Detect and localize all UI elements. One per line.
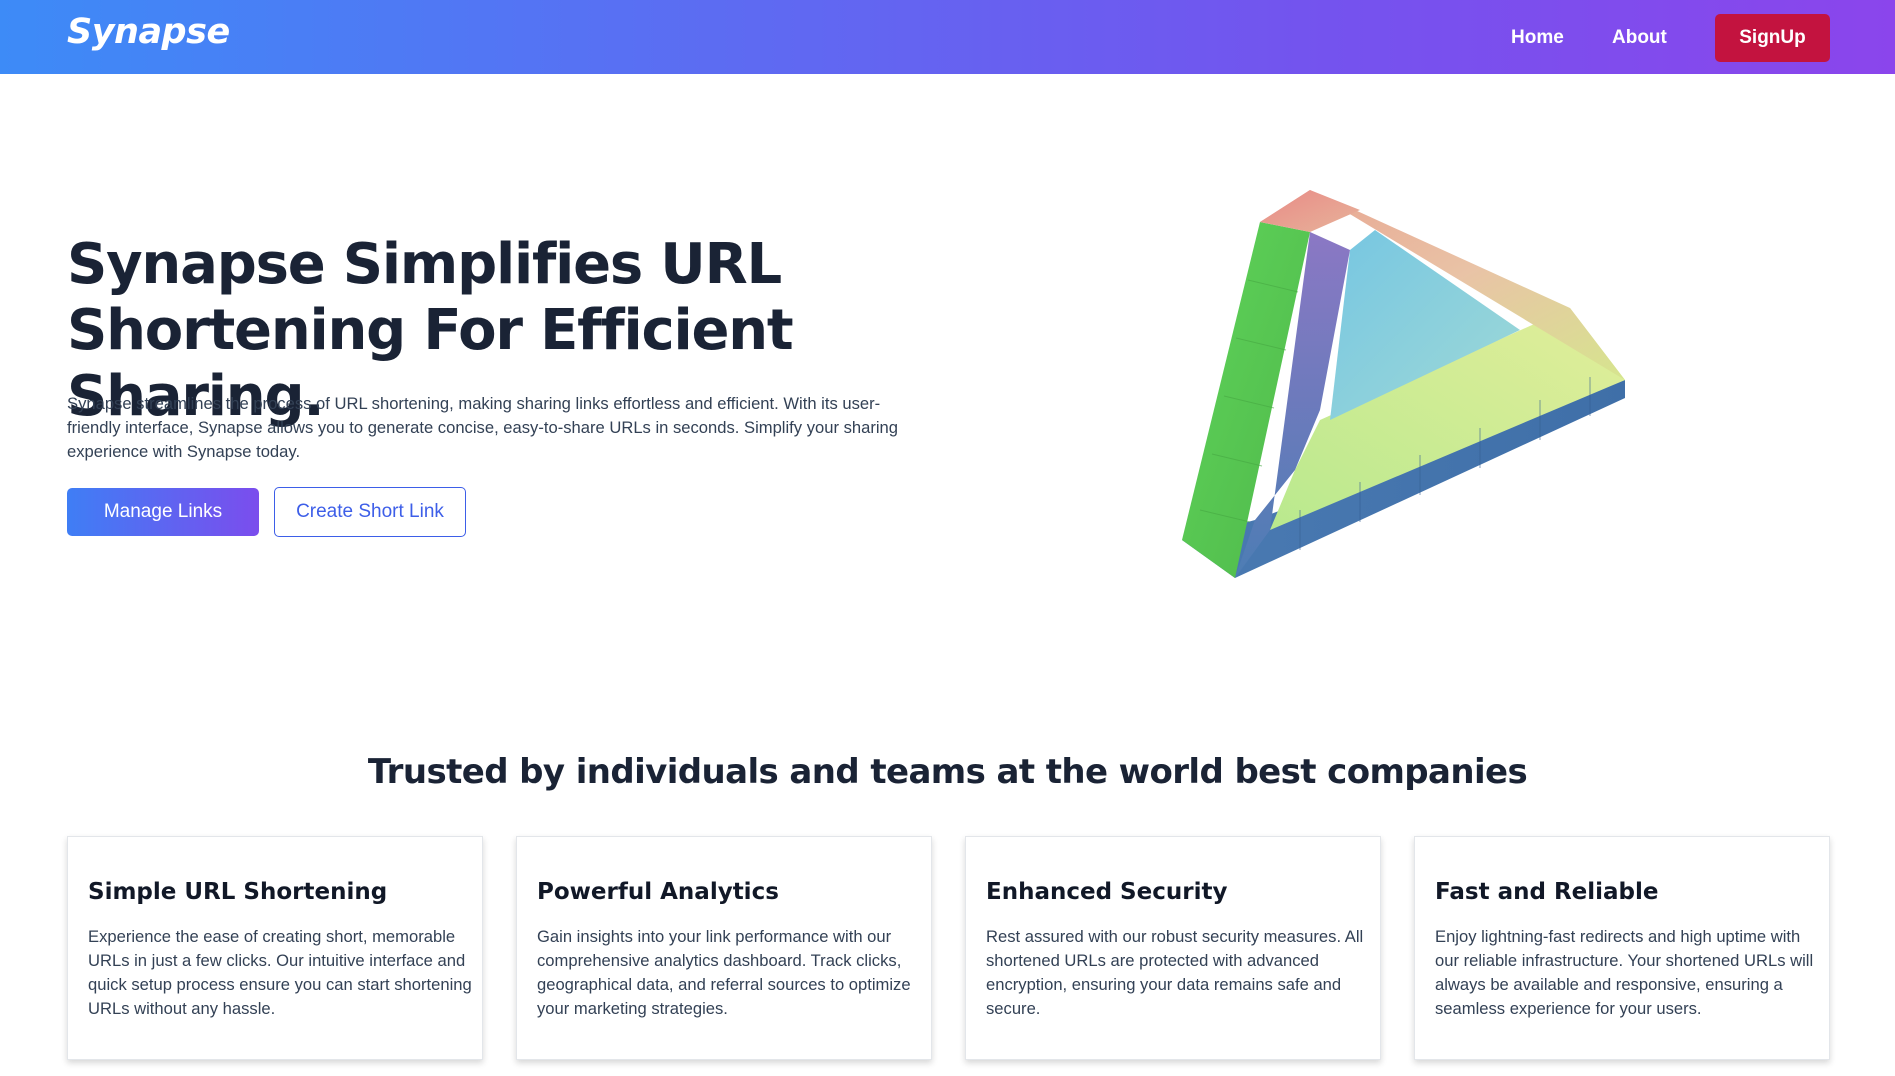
feature-card: Enhanced Security Rest assured with our … [965,836,1381,1060]
create-short-link-button[interactable]: Create Short Link [274,487,466,537]
feature-cards: Simple URL Shortening Experience the eas… [67,836,1831,1060]
hero-description: Synapse streamlines the process of URL s… [67,394,899,461]
feature-card-text: Enjoy lightning-fast redirects and high … [1435,927,1814,1018]
feature-card: Powerful Analytics Gain insights into yo… [516,836,932,1060]
feature-card-text: Gain insights into your link performance… [537,927,911,1018]
impossible-triangle-illustration [1182,190,1625,578]
feature-card: Simple URL Shortening Experience the eas… [67,836,483,1060]
feature-card-title: Powerful Analytics [537,879,779,905]
feature-card-text: Experience the ease of creating short, m… [88,927,472,1018]
signup-button[interactable]: SignUp [1715,14,1830,62]
hero-title-line-1: Synapse Simplifies URL [67,232,782,297]
feature-card-title: Fast and Reliable [1435,879,1659,905]
nav-link-home[interactable]: Home [1511,27,1564,49]
brand-logo[interactable]: Synapse [67,12,230,52]
top-navbar: Synapse Home About SignUp [0,0,1895,74]
feature-card: Fast and Reliable Enjoy lightning-fast r… [1414,836,1830,1060]
nav-link-about[interactable]: About [1612,27,1667,49]
trusted-heading: Trusted by individuals and teams at the … [367,752,1528,792]
feature-card-text: Rest assured with our robust security me… [986,927,1364,1018]
manage-links-button[interactable]: Manage Links [67,488,259,536]
feature-card-title: Simple URL Shortening [88,879,388,905]
feature-card-title: Enhanced Security [986,879,1228,905]
